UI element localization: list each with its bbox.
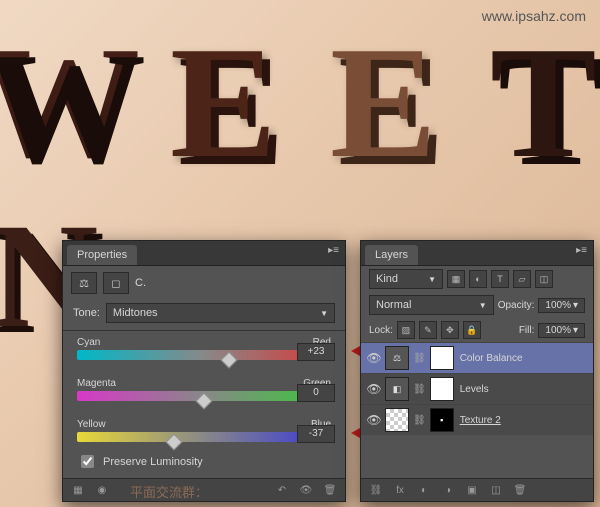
value-cyan-red[interactable]: +23 xyxy=(297,343,335,361)
preserve-checkbox[interactable] xyxy=(81,455,94,468)
gradient-cyan-red[interactable] xyxy=(77,350,331,360)
opacity-label: Opacity: xyxy=(498,300,535,311)
layer-name[interactable]: Color Balance xyxy=(460,353,523,364)
reset-icon[interactable]: ↶ xyxy=(273,482,291,498)
filter-adjust-icon[interactable]: ◐ xyxy=(469,270,487,288)
layer-name[interactable]: Texture 2 xyxy=(460,415,501,426)
gradient-yellow-blue[interactable] xyxy=(77,432,331,442)
visibility-icon[interactable]: 👁 xyxy=(297,482,315,498)
filter-shape-icon[interactable]: ▱ xyxy=(513,270,531,288)
lock-label: Lock: xyxy=(369,325,393,336)
chevron-down-icon: ▼ xyxy=(428,275,436,284)
mask-thumb[interactable] xyxy=(430,346,454,370)
lock-transparent-icon[interactable]: ▨ xyxy=(397,321,415,339)
new-layer-icon[interactable]: ◫ xyxy=(487,482,505,498)
tone-value: Midtones xyxy=(113,307,158,319)
layers-tab[interactable]: Layers xyxy=(365,245,418,265)
panel-menu-icon[interactable]: ▸≡ xyxy=(328,245,339,256)
value-yellow-blue[interactable]: -37 xyxy=(297,425,335,443)
link-layers-icon[interactable]: ⛓ xyxy=(367,482,385,498)
opacity-field[interactable]: 100%▾ xyxy=(538,298,585,313)
slider-yellow-blue[interactable]: Yellow Blue -37 xyxy=(63,417,345,444)
layers-menu-icon[interactable]: ▸≡ xyxy=(576,245,587,256)
view-icon[interactable]: ◉ xyxy=(93,482,111,498)
fill-label: Fill: xyxy=(519,325,535,336)
mask-icon[interactable]: ◻ xyxy=(103,272,129,294)
blend-mode-value: Normal xyxy=(376,299,411,311)
preserve-label: Preserve Luminosity xyxy=(103,456,203,468)
scales-icon[interactable]: ⚖ xyxy=(71,272,97,294)
label-cyan: Cyan xyxy=(77,337,100,348)
clip-icon[interactable]: ▦ xyxy=(69,482,87,498)
filter-type-icon[interactable]: T xyxy=(491,270,509,288)
bg-letter-e2: E xyxy=(330,10,437,195)
watermark: www.ipsahz.com xyxy=(482,8,586,24)
trash-icon[interactable]: 🗑 xyxy=(321,482,339,498)
adjustment-thumb-icon: ⚖ xyxy=(385,346,409,370)
texture-thumb[interactable] xyxy=(385,408,409,432)
slider-magenta-green[interactable]: Magenta Green 0 xyxy=(63,376,345,403)
mask-add-icon[interactable]: ◐ xyxy=(415,482,433,498)
link-icon[interactable]: ⛓ xyxy=(413,353,426,364)
adjustment-thumb-icon: ◧ xyxy=(385,377,409,401)
fill-field[interactable]: 100%▾ xyxy=(538,323,585,338)
bg-letter-t: T xyxy=(490,10,597,195)
slider-cyan-red[interactable]: Cyan Red +23 xyxy=(63,335,345,362)
properties-panel: Properties ▸≡ ⚖ ◻ C. Tone: Midtones ▼ Cy… xyxy=(62,240,346,502)
lock-position-icon[interactable]: ✥ xyxy=(441,321,459,339)
adjustment-add-icon[interactable]: ◑ xyxy=(439,482,457,498)
tone-label: Tone: xyxy=(73,307,100,319)
layer-texture-2[interactable]: 👁 ⛓ ▪ Texture 2 xyxy=(361,404,593,435)
eye-icon[interactable]: 👁 xyxy=(365,351,383,365)
layers-tabbar: Layers ▸≡ xyxy=(361,241,593,266)
filter-smart-icon[interactable]: ◫ xyxy=(535,270,553,288)
bg-letter-w: W xyxy=(0,10,140,195)
value-magenta-green[interactable]: 0 xyxy=(297,384,335,402)
eye-icon[interactable]: 👁 xyxy=(365,413,383,427)
footer-text: 平面交流群： xyxy=(130,482,208,501)
gradient-magenta-green[interactable] xyxy=(77,391,331,401)
link-icon[interactable]: ⛓ xyxy=(413,384,426,395)
bg-letter-e1: E xyxy=(170,10,277,195)
filter-pixel-icon[interactable]: ▦ xyxy=(447,270,465,288)
properties-tabbar: Properties ▸≡ xyxy=(63,241,345,266)
layer-levels[interactable]: 👁 ◧ ⛓ Levels xyxy=(361,373,593,404)
preserve-luminosity-checkbox[interactable]: Preserve Luminosity xyxy=(63,444,345,479)
filter-kind-label: Kind xyxy=(376,273,398,285)
label-yellow: Yellow xyxy=(77,419,106,430)
chevron-down-icon: ▼ xyxy=(320,309,328,318)
blend-mode-select[interactable]: Normal ▼ xyxy=(369,295,494,315)
chevron-down-icon: ▼ xyxy=(479,301,487,310)
filter-kind-select[interactable]: Kind ▼ xyxy=(369,269,443,289)
eye-icon[interactable]: 👁 xyxy=(365,382,383,396)
adjustment-name: C. xyxy=(135,277,146,289)
group-icon[interactable]: ▣ xyxy=(463,482,481,498)
trash-icon[interactable]: 🗑 xyxy=(511,482,529,498)
link-icon[interactable]: ⛓ xyxy=(413,415,426,426)
mask-thumb[interactable] xyxy=(430,377,454,401)
lock-paint-icon[interactable]: ✎ xyxy=(419,321,437,339)
label-magenta: Magenta xyxy=(77,378,116,389)
properties-tab[interactable]: Properties xyxy=(67,245,137,265)
layers-footer: ⛓ fx ◐ ◑ ▣ ◫ 🗑 xyxy=(361,478,593,501)
tone-select[interactable]: Midtones ▼ xyxy=(106,303,335,323)
layer-color-balance[interactable]: 👁 ⚖ ⛓ Color Balance xyxy=(361,342,593,373)
mask-thumb[interactable]: ▪ xyxy=(430,408,454,432)
layers-panel: Layers ▸≡ Kind ▼ ▦ ◐ T ▱ ◫ Normal ▼ Opac… xyxy=(360,240,594,502)
fx-icon[interactable]: fx xyxy=(391,482,409,498)
layer-name[interactable]: Levels xyxy=(460,384,489,395)
lock-all-icon[interactable]: 🔒 xyxy=(463,321,481,339)
